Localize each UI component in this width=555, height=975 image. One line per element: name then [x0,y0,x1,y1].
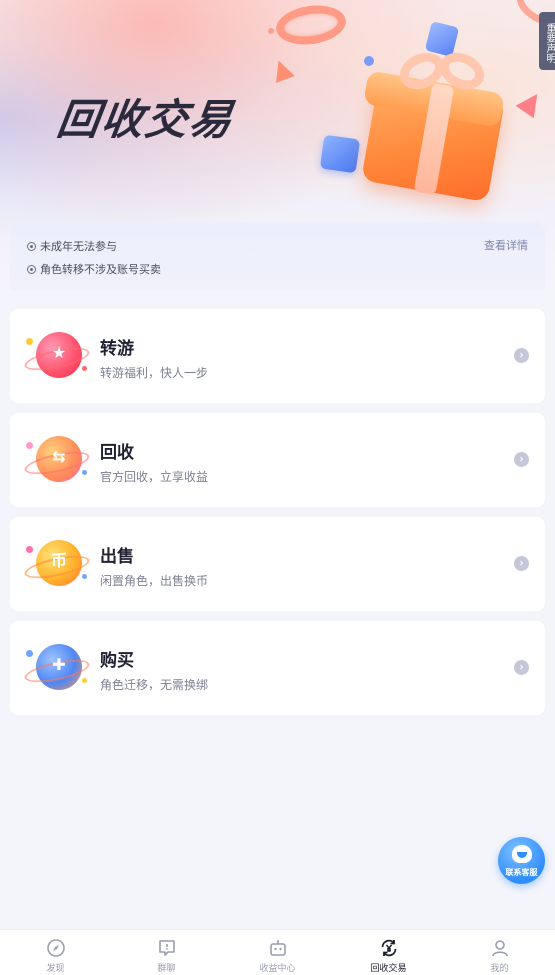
chevron-right-icon: › [514,348,529,363]
card-title: 购买 [100,651,134,671]
tab-label: 回收交易 [370,964,407,974]
action-list: ★ 转游 转游福利，快人一步 › ⇆ 回收 官方回收，立享收益 › 币 出售 闲… [10,309,545,725]
compass-icon [46,939,65,957]
decor-dot [268,28,274,34]
tab-label: 发现 [46,964,65,974]
tab-recycle-trade[interactable]: 回收交易 [333,930,444,975]
card-subtitle: 闲置角色，出售换币 [100,574,209,588]
notice-panel: 未成年无法参与 角色转移不涉及账号买卖 查看详情 [10,222,545,290]
notice-item: 角色转移不涉及账号买卖 [27,261,161,277]
chevron-right-icon: › [514,556,529,571]
bullet-icon [27,264,36,274]
card-transfer-game[interactable]: ★ 转游 转游福利，快人一步 › [10,309,545,403]
view-details-link[interactable]: 查看详情 [484,237,528,253]
page-title: 回收交易 [54,95,238,144]
tab-label: 群聊 [157,964,176,974]
service-label: 联系客服 [505,868,538,877]
customer-service-button[interactable]: 联系客服 [498,837,545,884]
notice-text: 角色转移不涉及账号买卖 [40,263,161,276]
chevron-right-icon: › [514,452,529,467]
card-subtitle: 官方回收，立享收益 [100,470,209,484]
decor-triangle [269,57,295,83]
card-title: 转游 [100,339,134,359]
robot-icon [269,940,286,956]
yen-recycle-icon [381,939,396,957]
card-title: 回收 [100,443,134,463]
ticket-planet-icon: ⇆ [22,434,92,490]
star-planet-icon: ★ [22,330,92,386]
card-subtitle: 角色迁移，无需换绑 [100,678,209,692]
important-statement-tab[interactable]: 重要声明 [539,12,555,70]
tab-group-chat[interactable]: 群聊 [111,930,222,975]
notice-item: 未成年无法参与 [27,238,117,254]
tab-earnings-center[interactable]: 收益中心 [222,930,333,975]
decor-cube [319,134,361,174]
gamepad-planet-icon: ✚ [22,642,92,698]
tab-discover[interactable]: 发现 [0,930,111,975]
bullet-icon [27,241,36,251]
user-icon [491,940,508,957]
tab-profile[interactable]: 我的 [444,930,555,975]
service-avatar-icon [512,845,532,863]
card-recycle[interactable]: ⇆ 回收 官方回收，立享收益 › [10,413,545,507]
decor-ring [273,1,349,49]
gift-box-icon [360,45,506,203]
chat-icon [158,940,175,956]
coin-planet-icon: 币 [22,538,92,594]
bottom-nav: 发现 群聊 收益中心 回收交易 我的 [0,929,555,975]
card-buy[interactable]: ✚ 购买 角色迁移，无需换绑 › [10,621,545,715]
decor-triangle [515,87,547,119]
tab-label: 我的 [490,964,509,974]
chevron-right-icon: › [514,660,529,675]
card-sell[interactable]: 币 出售 闲置角色，出售换币 › [10,517,545,611]
notice-text: 未成年无法参与 [40,240,117,253]
card-subtitle: 转游福利，快人一步 [100,366,209,380]
card-title: 出售 [100,547,134,567]
tab-label: 收益中心 [259,964,296,974]
